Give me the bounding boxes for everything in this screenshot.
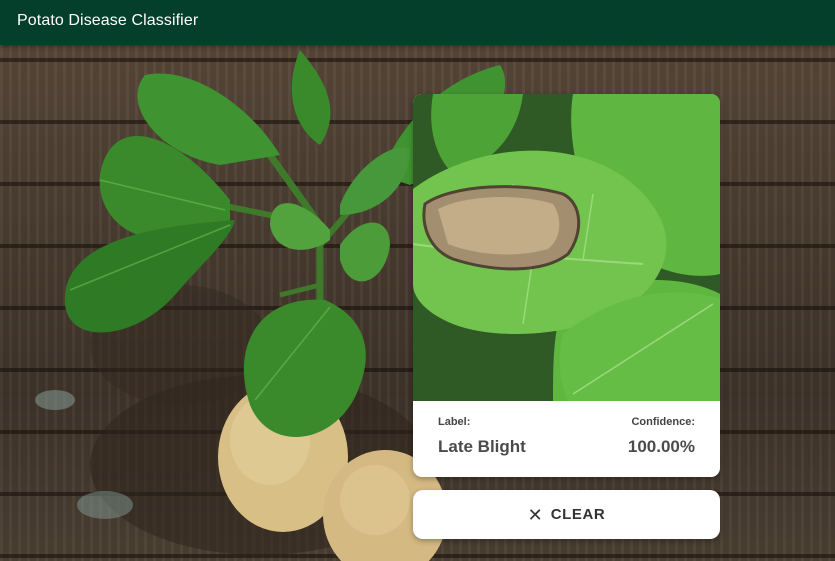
close-icon: ✕	[527, 504, 543, 525]
app-title: Potato Disease Classifier	[17, 12, 199, 29]
leaf-image	[413, 94, 720, 401]
confidence-value: 100.00%	[627, 437, 695, 456]
confidence-caption: Confidence:	[631, 416, 695, 428]
app-bar: Potato Disease Classifier	[0, 0, 835, 45]
clear-button[interactable]: ✕ CLEAR	[413, 490, 720, 539]
label-caption: Label:	[438, 416, 471, 428]
disease-label: Late Blight	[438, 437, 526, 456]
result-card: Label: Late Blight Confidence: 100.00%	[413, 94, 720, 477]
clear-button-label: CLEAR	[550, 506, 606, 523]
